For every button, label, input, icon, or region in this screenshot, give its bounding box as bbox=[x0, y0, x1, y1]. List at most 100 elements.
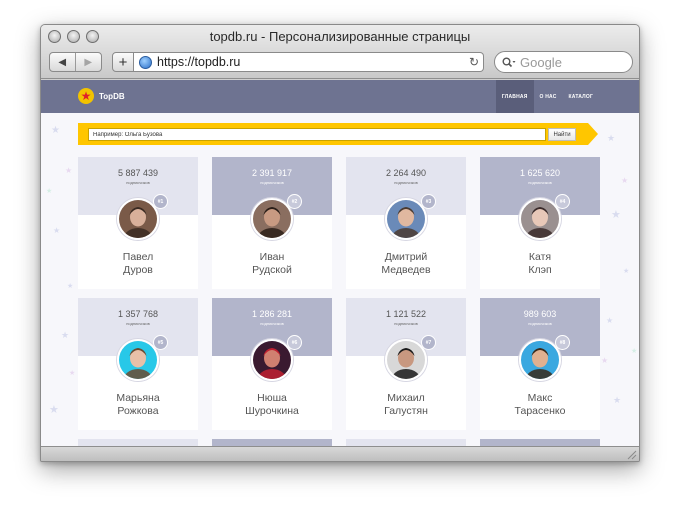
person-name[interactable]: Павел Дуров bbox=[78, 251, 198, 276]
subscriber-label: подписчиков bbox=[126, 321, 150, 326]
first-name: Катя bbox=[528, 251, 552, 263]
address-bar[interactable]: https://topdb.ru ↻ bbox=[134, 52, 484, 72]
globe-icon bbox=[139, 55, 152, 69]
person-card[interactable]: 1 121 522 подписчиков #7 Михаил Галустян bbox=[346, 298, 466, 430]
svg-text:★: ★ bbox=[65, 166, 72, 175]
card-header bbox=[212, 439, 332, 446]
first-name: Нюша bbox=[257, 392, 287, 404]
subscriber-count: 1 286 281 bbox=[251, 309, 293, 319]
card-header bbox=[78, 439, 198, 446]
nav-about[interactable]: О НАС bbox=[534, 80, 563, 113]
reload-icon[interactable]: ↻ bbox=[465, 55, 483, 69]
site-search-ribbon: Найти bbox=[78, 123, 598, 145]
svg-text:★: ★ bbox=[46, 187, 52, 195]
person-card[interactable]: 5 887 439 подписчиков #1 Павел Дуров bbox=[78, 157, 198, 289]
svg-text:★: ★ bbox=[49, 404, 59, 416]
window-title: topdb.ru - Персонализированные страницы bbox=[209, 29, 471, 44]
last-name: Медведев bbox=[381, 263, 431, 276]
first-name: Михаил bbox=[387, 392, 425, 404]
first-name: Дмитрий bbox=[384, 251, 428, 263]
svg-text:★: ★ bbox=[611, 209, 621, 221]
person-card[interactable]: 2 264 490 подписчиков #3 Дмитрий Медведев bbox=[346, 157, 466, 289]
person-name[interactable]: Михаил Галустян bbox=[346, 392, 466, 417]
person-card-partial[interactable] bbox=[346, 439, 466, 446]
person-card-partial[interactable] bbox=[212, 439, 332, 446]
person-card[interactable]: 1 357 768 подписчиков #5 Марьяна Рожкова bbox=[78, 298, 198, 430]
site-search-input[interactable] bbox=[88, 128, 546, 141]
subscriber-label: подписчиков bbox=[126, 180, 150, 185]
browser-toolbar: topdb.ru - Персонализированные страницы … bbox=[41, 25, 639, 79]
svg-text:★: ★ bbox=[61, 330, 69, 340]
subscriber-label: подписчиков bbox=[528, 321, 552, 326]
rank-badge: #4 bbox=[555, 194, 570, 209]
rank-badge: #2 bbox=[287, 194, 302, 209]
person-name[interactable]: Макс Тарасенко bbox=[480, 392, 600, 417]
site-menu: ГЛАВНАЯ О НАС КАТАЛОГ bbox=[495, 80, 599, 113]
card-header bbox=[480, 439, 600, 446]
last-name: Галустян bbox=[384, 404, 428, 417]
browser-search-input[interactable] bbox=[520, 54, 620, 70]
person-name[interactable]: Марьяна Рожкова bbox=[78, 392, 198, 417]
url-text[interactable]: https://topdb.ru bbox=[157, 55, 465, 69]
svg-text:★: ★ bbox=[601, 356, 608, 365]
person-card[interactable]: 1 286 281 подписчиков #6 Нюша Шурочкина bbox=[212, 298, 332, 430]
last-name: Тарасенко bbox=[514, 404, 566, 417]
forward-button[interactable]: ▶ bbox=[76, 53, 101, 71]
svg-text:★: ★ bbox=[623, 267, 629, 275]
first-name: Иван bbox=[259, 251, 285, 263]
svg-text:★: ★ bbox=[621, 176, 628, 185]
site-logo[interactable]: ★ TopDB bbox=[78, 88, 125, 104]
first-name: Марьяна bbox=[116, 392, 160, 404]
person-name[interactable]: Иван Рудской bbox=[212, 251, 332, 276]
rank-badge: #3 bbox=[421, 194, 436, 209]
site-logo-text: TopDB bbox=[99, 91, 125, 101]
person-card[interactable]: 2 391 917 подписчиков #2 Иван Рудской bbox=[212, 157, 332, 289]
subscriber-count: 1 121 522 bbox=[385, 309, 427, 319]
person-card-partial[interactable] bbox=[480, 439, 600, 446]
subscriber-count: 989 603 bbox=[523, 309, 557, 319]
subscriber-label: подписчиков bbox=[260, 321, 284, 326]
svg-text:★: ★ bbox=[607, 133, 615, 143]
rank-badge: #8 bbox=[555, 335, 570, 350]
subscriber-label: подписчиков bbox=[394, 180, 418, 185]
person-card[interactable]: 1 625 620 подписчиков #4 Катя Клэп bbox=[480, 157, 600, 289]
card-header bbox=[346, 439, 466, 446]
person-card[interactable]: 989 603 подписчиков #8 Макс Тарасенко bbox=[480, 298, 600, 430]
subscriber-count: 1 625 620 bbox=[519, 168, 561, 178]
svg-text:★: ★ bbox=[606, 316, 613, 325]
resize-grip-icon[interactable] bbox=[627, 450, 637, 460]
person-name[interactable]: Дмитрий Медведев bbox=[346, 251, 466, 276]
svg-text:★: ★ bbox=[67, 282, 73, 290]
svg-text:★: ★ bbox=[53, 226, 60, 235]
rank-badge: #7 bbox=[421, 335, 436, 350]
last-name: Клэп bbox=[528, 263, 552, 276]
forward-arrow-icon: ▶ bbox=[84, 56, 93, 68]
last-name: Рудской bbox=[252, 263, 292, 276]
first-name: Макс bbox=[527, 392, 553, 404]
plus-icon: + bbox=[118, 53, 128, 71]
first-name: Павел bbox=[122, 251, 154, 263]
svg-text:★: ★ bbox=[51, 125, 60, 136]
svg-text:★: ★ bbox=[631, 347, 637, 355]
nav-home[interactable]: ГЛАВНАЯ bbox=[495, 80, 534, 113]
search-icon[interactable] bbox=[502, 57, 516, 68]
browser-search-box[interactable] bbox=[494, 51, 633, 73]
add-bookmark-button[interactable]: + bbox=[112, 52, 134, 72]
person-name[interactable]: Катя Клэп bbox=[480, 251, 600, 276]
person-name[interactable]: Нюша Шурочкина bbox=[212, 392, 332, 417]
subscriber-label: подписчиков bbox=[528, 180, 552, 185]
site-search-button[interactable]: Найти bbox=[548, 128, 576, 141]
subscriber-label: подписчиков bbox=[394, 321, 418, 326]
page-viewport: ★ TopDB ГЛАВНАЯ О НАС КАТАЛОГ ★ ★ ★ ★ ★ … bbox=[41, 80, 639, 446]
site-header: ★ TopDB ГЛАВНАЯ О НАС КАТАЛОГ bbox=[41, 80, 639, 113]
subscriber-count: 1 357 768 bbox=[117, 309, 159, 319]
browser-window: topdb.ru - Персонализированные страницы … bbox=[40, 24, 640, 462]
star-logo-icon: ★ bbox=[78, 88, 94, 104]
person-card-partial[interactable] bbox=[78, 439, 198, 446]
status-bar bbox=[41, 446, 639, 461]
subscriber-count: 2 264 490 bbox=[385, 168, 427, 178]
back-arrow-icon: ◀ bbox=[58, 56, 67, 68]
rank-badge: #6 bbox=[287, 335, 302, 350]
back-button[interactable]: ◀ bbox=[50, 53, 76, 71]
nav-catalog[interactable]: КАТАЛОГ bbox=[563, 80, 599, 113]
